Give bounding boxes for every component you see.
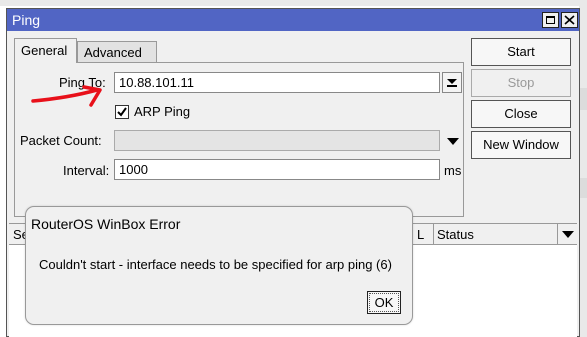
packet-count-label: Packet Count: (20, 133, 102, 148)
background-strip (0, 0, 587, 6)
column-separator (557, 224, 558, 245)
interval-unit: ms (444, 163, 462, 178)
packet-count-dropdown-icon[interactable] (447, 138, 459, 145)
maximize-icon (546, 16, 555, 24)
arp-ping-label: ARP Ping (134, 104, 191, 119)
close-icon (564, 15, 575, 25)
tab-advanced[interactable]: Advanced (77, 41, 157, 63)
general-panel: Ping To: 10.88.101.11 ARP Ping Packet Co… (14, 62, 464, 217)
error-dialog-message: Couldn't start - interface needs to be s… (39, 257, 392, 272)
close-window-button[interactable] (561, 12, 578, 28)
error-dialog-title: RouterOS WinBox Error (31, 216, 181, 232)
packet-count-input[interactable] (114, 130, 440, 151)
stop-button[interactable]: Stop (471, 69, 571, 97)
checkmark-icon (117, 107, 127, 117)
interval-input[interactable]: 1000 (114, 159, 440, 180)
ping-to-input[interactable]: 10.88.101.11 (114, 72, 440, 93)
ok-button[interactable]: OK (367, 291, 401, 314)
columns-menu-icon[interactable] (562, 231, 574, 238)
column-header-status[interactable]: Status (437, 227, 474, 242)
tab-general[interactable]: General (14, 38, 77, 63)
ping-to-dropdown-button[interactable] (442, 72, 462, 93)
window-title: Ping (12, 12, 41, 28)
close-button[interactable]: Close (471, 100, 571, 128)
new-window-button[interactable]: New Window (471, 131, 571, 159)
arp-ping-checkbox[interactable] (115, 105, 129, 119)
down-arrow-icon (447, 79, 457, 87)
column-header-fragment[interactable]: L (417, 227, 424, 242)
title-bar[interactable]: Ping (7, 9, 579, 31)
column-separator (433, 224, 434, 245)
background-window-edge (579, 178, 587, 198)
error-dialog: RouterOS WinBox Error Couldn't start - i… (25, 206, 413, 325)
background-strip (579, 0, 587, 337)
ping-to-label: Ping To: (59, 75, 106, 90)
interval-label: Interval: (63, 163, 110, 178)
start-button[interactable]: Start (471, 38, 571, 66)
maximize-button[interactable] (542, 12, 559, 28)
background-window-edge (579, 88, 587, 110)
